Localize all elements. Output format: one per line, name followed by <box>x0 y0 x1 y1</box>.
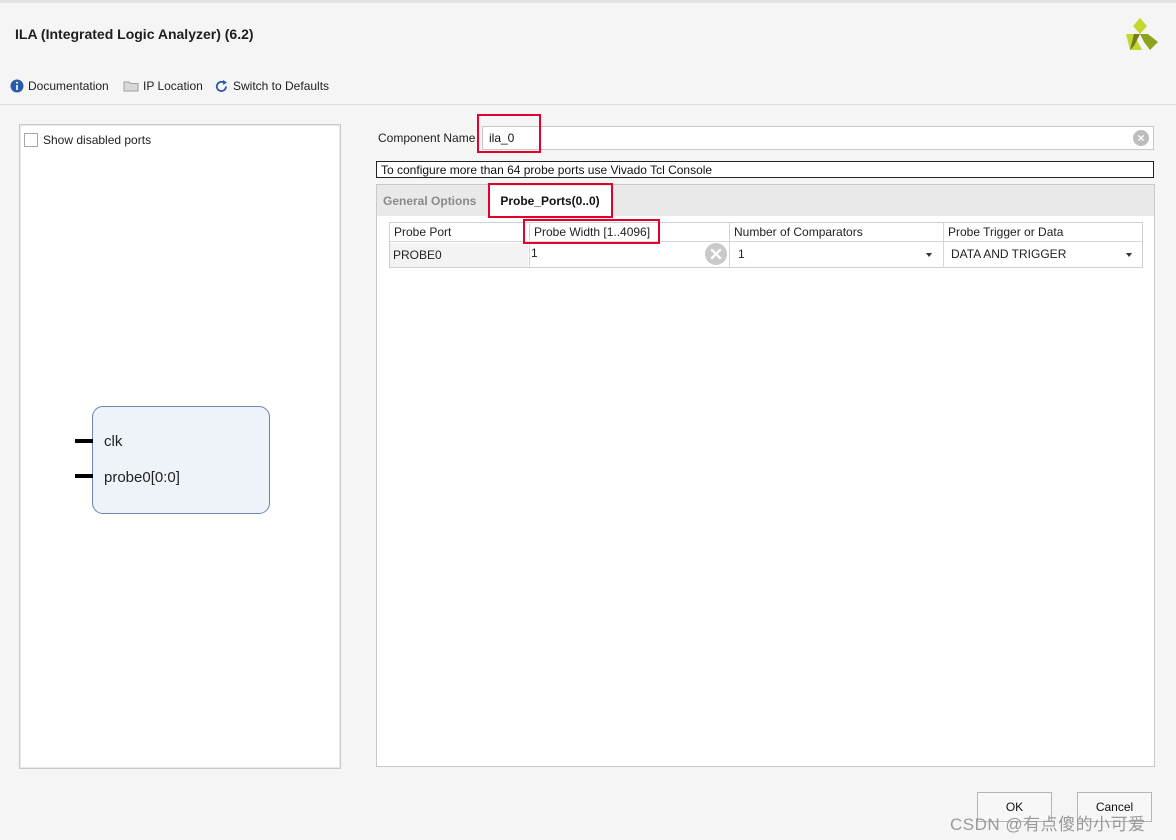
comparators-chevron-down-icon <box>926 253 932 257</box>
xilinx-logo-icon <box>1126 18 1158 50</box>
clk-pin <box>75 439 93 443</box>
ip-location-button[interactable]: IP Location <box>123 78 203 94</box>
folder-icon <box>123 81 139 92</box>
column-header-probe-port[interactable]: Probe Port <box>390 223 528 241</box>
top-border <box>0 0 1176 3</box>
component-name-input[interactable] <box>482 126 1154 150</box>
documentation-button[interactable]: Documentation <box>10 78 109 94</box>
header-divider <box>390 241 1142 242</box>
column-header-comparators[interactable]: Number of Comparators <box>730 223 942 241</box>
tab-content-panel <box>376 184 1155 767</box>
refresh-icon <box>215 79 227 92</box>
clear-probe-width-icon[interactable] <box>705 243 727 265</box>
probe0-pin <box>75 474 93 478</box>
component-name-label: Component Name <box>378 131 476 145</box>
documentation-label: Documentation <box>28 79 109 93</box>
ip-symbol-block <box>92 406 270 514</box>
csdn-watermark: CSDN @有点傻的小可爱 <box>950 815 1146 834</box>
trigger-data-value: DATA AND TRIGGER <box>951 247 1067 261</box>
cell-probe-port: PROBE0 <box>390 243 528 267</box>
comparators-dropdown[interactable]: 1 <box>730 243 942 267</box>
ip-location-label: IP Location <box>143 79 203 93</box>
info-icon <box>10 79 24 93</box>
tcl-info-message: To configure more than 64 probe ports us… <box>376 161 1154 178</box>
trigger-data-dropdown[interactable]: DATA AND TRIGGER <box>944 243 1142 267</box>
close-icon <box>710 248 722 260</box>
clear-component-name-icon[interactable]: × <box>1133 130 1149 146</box>
comparators-value: 1 <box>738 247 745 261</box>
port-label-clk: clk <box>104 433 123 450</box>
highlight-component-name <box>477 114 541 153</box>
tab-general-options[interactable]: General Options <box>383 186 476 216</box>
show-disabled-ports-label: Show disabled ports <box>43 133 152 147</box>
show-disabled-ports-checkbox[interactable] <box>24 133 38 147</box>
highlight-probe-ports-tab <box>488 183 613 218</box>
switch-defaults-label: Switch to Defaults <box>233 79 330 93</box>
port-label-probe0: probe0[0:0] <box>104 469 180 486</box>
switch-defaults-button[interactable]: Switch to Defaults <box>214 78 329 94</box>
column-header-trigger-data[interactable]: Probe Trigger or Data <box>944 223 1142 241</box>
highlight-probe-width-header <box>523 219 660 244</box>
probe-width-input[interactable]: 1 <box>530 243 728 267</box>
dialog-title: ILA (Integrated Logic Analyzer) (6.2) <box>15 26 254 42</box>
toolbar-divider <box>0 104 1176 105</box>
trigger-chevron-down-icon <box>1126 253 1132 257</box>
